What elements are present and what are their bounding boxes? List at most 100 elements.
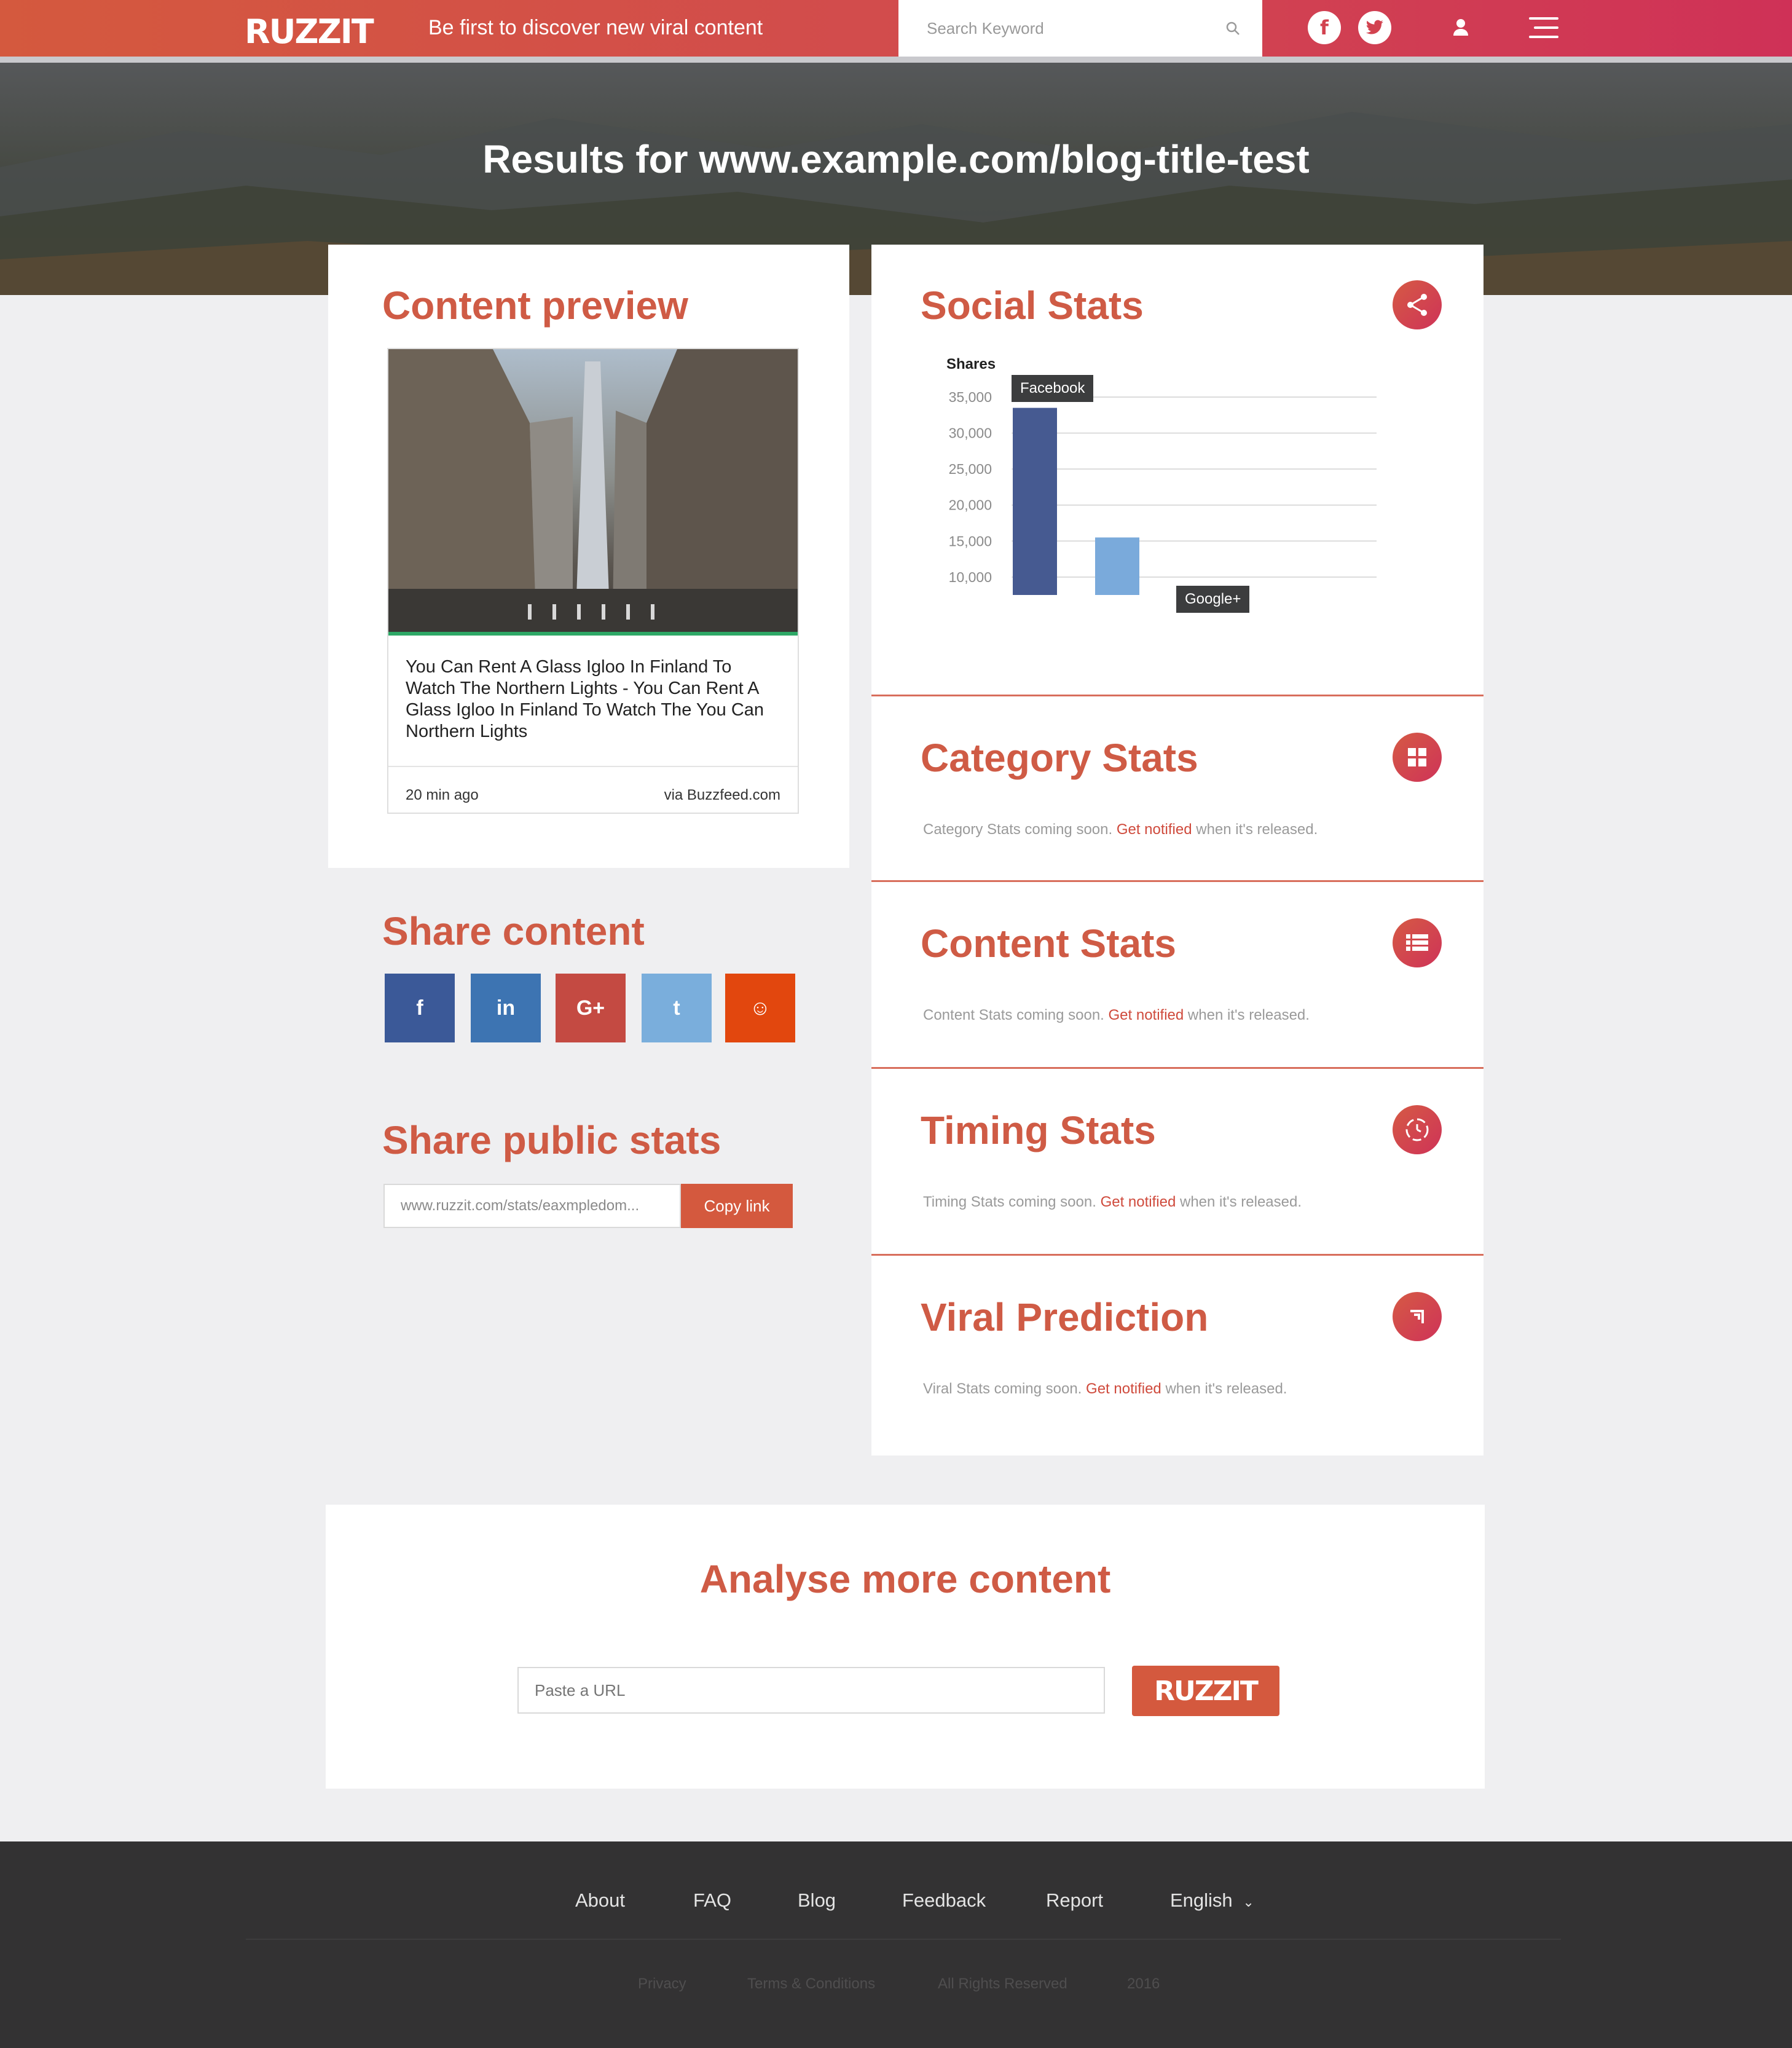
timing-stats-note: Timing Stats coming soon. Get notified w… — [923, 1194, 1302, 1211]
get-notified-link[interactable]: Get notified — [1086, 1380, 1161, 1397]
stats-link-field[interactable] — [383, 1184, 681, 1228]
share-content-title: Share content — [382, 909, 645, 953]
share-nodes-glyph — [1407, 294, 1427, 316]
language-selector[interactable]: English ⌄ — [1170, 1889, 1254, 1912]
social-stats-chart: Shares05,00010,00015,00020,00025,00030,0… — [871, 337, 1484, 613]
timing-stats-title: Timing Stats — [921, 1108, 1156, 1152]
shares-bar-chart: Shares05,00010,00015,00020,00025,00030,0… — [946, 356, 1377, 595]
facebook-icon: f — [416, 996, 423, 1020]
share-twitter-button[interactable]: t — [642, 974, 712, 1042]
footer-year: 2016 — [1127, 1975, 1160, 1992]
analyse-card: Analyse more content RUZZIT — [326, 1505, 1485, 1789]
note-text: Category Stats coming soon. — [923, 821, 1117, 838]
section-divider — [871, 1254, 1484, 1256]
grid-glyph — [1408, 748, 1426, 766]
top-bar-border — [0, 57, 1792, 63]
note-text: when it's released. — [1184, 1007, 1310, 1023]
clock-glyph — [1405, 1118, 1429, 1141]
share-facebook-button[interactable]: f — [385, 974, 455, 1042]
note-text: when it's released. — [1161, 1380, 1287, 1397]
google-plus-icon: G+ — [576, 996, 605, 1020]
ruzzit-logo[interactable]: RUZZIT — [245, 6, 374, 58]
menu-icon[interactable] — [1529, 17, 1558, 41]
content-stats-note: Content Stats coming soon. Get notified … — [923, 1007, 1310, 1024]
share-reddit-button[interactable]: ☺ — [725, 974, 795, 1042]
note-text: when it's released. — [1192, 821, 1318, 838]
footer-link-blog[interactable]: Blog — [798, 1889, 836, 1912]
section-divider — [871, 880, 1484, 882]
twitter-bird-icon — [1366, 20, 1383, 34]
note-text: Viral Stats coming soon. — [923, 1380, 1087, 1397]
share-stats-title: Share public stats — [382, 1118, 721, 1162]
search-icon[interactable] — [1225, 21, 1240, 36]
content-stats-title: Content Stats — [921, 921, 1176, 966]
share-google-plus-button[interactable]: G+ — [556, 974, 626, 1042]
y-tick-label: 35,000 — [949, 389, 992, 405]
facebook-icon[interactable]: f — [1308, 11, 1341, 44]
section-divider — [871, 695, 1484, 696]
linkedin-icon: in — [496, 996, 516, 1020]
get-notified-link[interactable]: Get notified — [1101, 1194, 1176, 1210]
footer-link-feedback[interactable]: Feedback — [902, 1889, 986, 1912]
image-accent-bar — [388, 632, 798, 636]
y-tick-label: 20,000 — [949, 497, 992, 513]
y-tick-label: 15,000 — [949, 533, 992, 549]
search-input[interactable] — [927, 18, 1222, 38]
copy-link-button[interactable]: Copy link — [681, 1184, 793, 1228]
city-street-image — [388, 349, 798, 636]
viral-prediction-note: Viral Stats coming soon. Get notified wh… — [923, 1380, 1287, 1398]
list-glyph — [1406, 934, 1428, 951]
clock-icon[interactable] — [1393, 1105, 1442, 1154]
note-text: Content Stats coming soon. — [923, 1007, 1109, 1023]
footer: About FAQ Blog Feedback Report English ⌄… — [0, 1841, 1792, 2048]
content-preview-title: Content preview — [382, 283, 688, 328]
y-tick-label: 25,000 — [949, 461, 992, 477]
language-label: English — [1170, 1889, 1233, 1911]
content-preview-image[interactable] — [388, 349, 798, 636]
y-tick-label: 30,000 — [949, 425, 992, 441]
bar-facebook[interactable] — [1013, 408, 1057, 595]
get-notified-link[interactable]: Get notified — [1117, 821, 1192, 838]
social-stats-title: Social Stats — [921, 283, 1144, 328]
note-text: when it's released. — [1176, 1194, 1302, 1210]
section-divider — [871, 1067, 1484, 1069]
top-bar: RUZZIT Be first to discover new viral co… — [0, 0, 1792, 57]
category-stats-note: Category Stats coming soon. Get notified… — [923, 821, 1318, 838]
footer-link-report[interactable]: Report — [1046, 1889, 1103, 1912]
y-axis-label: Shares — [946, 356, 996, 372]
footer-link-about[interactable]: About — [575, 1889, 625, 1912]
search-box — [898, 0, 1262, 57]
results-title: Results for www.example.com/blog-title-t… — [482, 137, 1310, 181]
footer-rights: All Rights Reserved — [938, 1975, 1067, 1992]
ruzzit-analyse-button[interactable]: RUZZIT — [1132, 1666, 1279, 1716]
content-source[interactable]: via Buzzfeed.com — [664, 787, 780, 804]
bar-twitter[interactable] — [1095, 537, 1139, 595]
content-time: 20 min ago — [406, 787, 479, 803]
content-headline[interactable]: You Can Rent A Glass Igloo In Finland To… — [406, 656, 774, 742]
share-linkedin-button[interactable]: in — [471, 974, 541, 1042]
note-text: Timing Stats coming soon. — [923, 1194, 1101, 1210]
footer-divider — [246, 1939, 1561, 1940]
y-tick-label: 10,000 — [949, 569, 992, 585]
chevron-down-icon: ⌄ — [1243, 1894, 1254, 1910]
corner-arrow-glyph — [1410, 1310, 1424, 1323]
viral-prediction-title: Viral Prediction — [921, 1295, 1209, 1339]
category-stats-title: Category Stats — [921, 736, 1198, 780]
content-preview-item[interactable]: You Can Rent A Glass Igloo In Finland To… — [387, 348, 799, 814]
share-icon[interactable] — [1393, 280, 1442, 329]
twitter-icon[interactable] — [1358, 11, 1391, 44]
analyse-title: Analyse more content — [699, 1557, 1111, 1601]
arrow-icon[interactable] — [1393, 1292, 1442, 1341]
url-input[interactable] — [517, 1667, 1105, 1714]
footer-link-faq[interactable]: FAQ — [693, 1889, 731, 1912]
user-icon[interactable] — [1450, 17, 1471, 39]
grid-icon[interactable] — [1393, 733, 1442, 782]
footer-privacy[interactable]: Privacy — [638, 1975, 686, 1993]
stats-card: Social Stats Shares05,00010,00015,00020,… — [871, 245, 1484, 1455]
get-notified-link[interactable]: Get notified — [1109, 1007, 1184, 1023]
logo-text: RUZZIT — [245, 12, 374, 51]
footer-terms[interactable]: Terms & Conditions — [747, 1975, 875, 1993]
list-icon[interactable] — [1393, 918, 1442, 967]
tagline: Be first to discover new viral content — [428, 16, 763, 39]
preview-divider — [388, 766, 798, 767]
